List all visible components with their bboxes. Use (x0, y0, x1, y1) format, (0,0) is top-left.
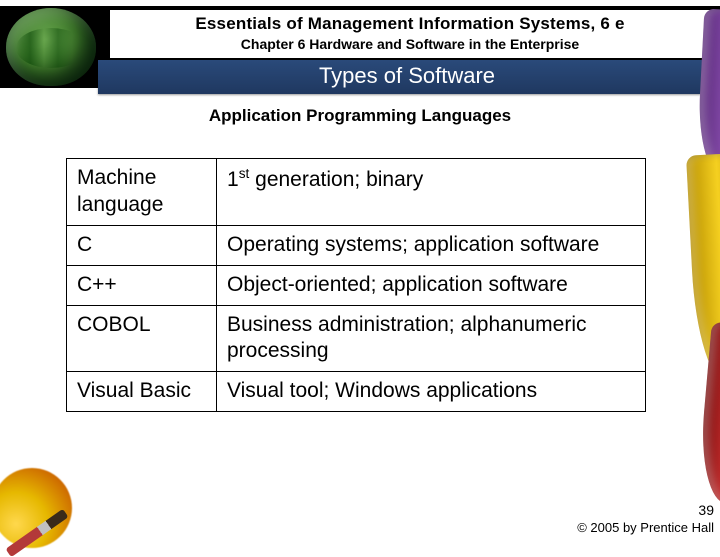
book-title: Essentials of Management Information Sys… (110, 14, 710, 34)
lang-name: Machine language (67, 159, 217, 226)
table-row: Machine language 1st generation; binary (67, 159, 646, 226)
table-row: Visual Basic Visual tool; Windows applic… (67, 372, 646, 412)
lang-desc: Visual tool; Windows applications (217, 372, 646, 412)
lang-name: COBOL (67, 305, 217, 372)
lang-desc: 1st generation; binary (217, 159, 646, 226)
table-row: COBOL Business administration; alphanume… (67, 305, 646, 372)
copyright: © 2005 by Prentice Hall (577, 520, 714, 536)
lang-desc: Operating systems; application software (217, 225, 646, 265)
lang-desc: Business administration; alphanumeric pr… (217, 305, 646, 372)
page-number: 39 (577, 502, 714, 520)
paint-splash-graphic (0, 458, 82, 548)
header-text-block: Essentials of Management Information Sys… (110, 10, 710, 58)
table-row: C++ Object-oriented; application softwar… (67, 265, 646, 305)
languages-table: Machine language 1st generation; binary … (66, 158, 646, 412)
section-title: Types of Software (98, 60, 716, 94)
table-row: C Operating systems; application softwar… (67, 225, 646, 265)
crayons-graphic (666, 4, 720, 504)
lang-name: Visual Basic (67, 372, 217, 412)
slide-footer: 39 © 2005 by Prentice Hall (577, 502, 714, 536)
lang-desc: Object-oriented; application software (217, 265, 646, 305)
lang-name: C (67, 225, 217, 265)
lang-name: C++ (67, 265, 217, 305)
globe-graphic (6, 8, 96, 86)
chapter-label: Chapter 6 Hardware and Software in the E… (110, 36, 710, 52)
slide-subheader: Application Programming Languages (0, 106, 720, 126)
